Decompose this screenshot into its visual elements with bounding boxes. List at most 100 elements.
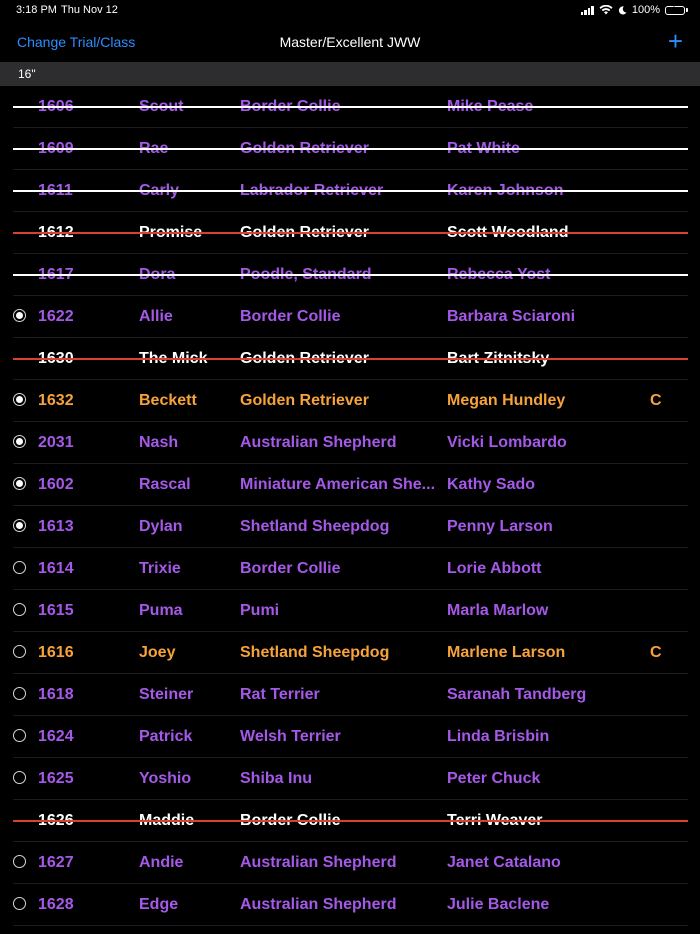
radio-selected-icon[interactable]: [13, 435, 26, 448]
table-row[interactable]: 1624 Patrick Welsh Terrier Linda Brisbin: [0, 716, 700, 758]
table-row[interactable]: 1602 Rascal Miniature American She... Kathy…: [0, 464, 700, 506]
status-indicators: 100%: [580, 4, 688, 16]
battery-charging-icon: [665, 5, 688, 15]
entry-list: 1606 Scout Border Collie Mike Pease 1609 Rae G…: [0, 86, 700, 926]
handler-name: Linda Brisbin: [447, 728, 550, 745]
wifi-icon: [599, 5, 613, 15]
table-row[interactable]: 1626 Maddie Border Collie Terri Weaver: [0, 800, 700, 842]
table-row[interactable]: 1627 Andie Australian Shepherd Janet Catala…: [0, 842, 700, 884]
status-date: Thu Nov 12: [61, 4, 118, 16]
handler-name: Barbara Sciaroni: [447, 308, 576, 325]
radio-selected-icon[interactable]: [13, 393, 26, 406]
table-row[interactable]: 1612 Promise Golden Retriever Scott Woodlan…: [0, 212, 700, 254]
handler-name: Penny Larson: [447, 518, 553, 535]
battery-percent: 100%: [631, 4, 660, 16]
handler-name: Julie Baclene: [447, 896, 550, 913]
handler-name: Lorie Abbott: [447, 560, 542, 577]
breed: Border Collie: [240, 308, 341, 325]
dog-name: Patrick: [139, 728, 193, 745]
table-row[interactable]: 1611 Carly Labrador Retriever Karen Johnson: [0, 170, 700, 212]
entry-number: 1618: [38, 686, 74, 703]
scratch-strikethrough-line: [13, 274, 688, 276]
handler-name: Peter Chuck: [447, 770, 541, 787]
breed: Border Collie: [240, 560, 341, 577]
table-row[interactable]: 1622 Allie Border Collie Barbara Sciaroni: [0, 296, 700, 338]
entry-number: 1628: [38, 896, 74, 913]
dog-name: Dylan: [139, 518, 183, 535]
add-icon[interactable]: +: [668, 28, 683, 54]
breed: Welsh Terrier: [240, 728, 341, 745]
table-row[interactable]: 1609 Rae Golden Retriever Pat White: [0, 128, 700, 170]
breed: Australian Shepherd: [240, 854, 397, 871]
radio-unselected-icon[interactable]: [13, 687, 26, 700]
radio-unselected-icon[interactable]: [13, 855, 26, 868]
table-row[interactable]: 1630 The Mick Golden Retriever Bart Zitnits…: [0, 338, 700, 380]
radio-unselected-icon[interactable]: [13, 729, 26, 742]
handler-name: Kathy Sado: [447, 476, 536, 493]
table-row[interactable]: 1618 Steiner Rat Terrier Saranah Tandberg: [0, 674, 700, 716]
dog-name: Trixie: [139, 560, 181, 577]
radio-selected-icon[interactable]: [13, 477, 26, 490]
handler-name: Saranah Tandberg: [447, 686, 587, 703]
scratch-strikethrough-line: [13, 106, 688, 108]
table-row[interactable]: 1625 Yoshio Shiba Inu Peter Chuck: [0, 758, 700, 800]
entry-number: 1627: [38, 854, 74, 871]
radio-unselected-icon[interactable]: [13, 645, 26, 658]
handler-name: Megan Hundley: [447, 392, 566, 409]
dog-name: Yoshio: [139, 770, 192, 787]
handler-name: Vicki Lombardo: [447, 434, 567, 451]
dog-name: Andie: [139, 854, 184, 871]
dog-name: Nash: [139, 434, 179, 451]
scratch-strikethrough-line: [13, 358, 688, 360]
dog-name: Rascal: [139, 476, 191, 493]
entry-number: 1602: [38, 476, 74, 493]
breed: Shiba Inu: [240, 770, 312, 787]
table-row[interactable]: 2031 Nash Australian Shepherd Vicki Lombard…: [0, 422, 700, 464]
table-row[interactable]: 1606 Scout Border Collie Mike Pease: [0, 86, 700, 128]
entry-number: 2031: [38, 434, 74, 451]
radio-selected-icon[interactable]: [13, 519, 26, 532]
breed: Pumi: [240, 602, 280, 619]
entry-number: 1616: [38, 644, 74, 661]
table-row[interactable]: 1628 Edge Australian Shepherd Julie Baclene: [0, 884, 700, 926]
breed: Golden Retriever: [240, 392, 369, 409]
table-row[interactable]: 1616 Joey Shetland Sheepdog Marlene Larson C: [0, 632, 700, 674]
table-row[interactable]: 1615 Puma Pumi Marla Marlow: [0, 590, 700, 632]
table-row[interactable]: 1617 Dora Poodle, Standard Rebecca Yost: [0, 254, 700, 296]
navigation-bar: Change Trial/Class Master/Excellent JWW …: [0, 22, 700, 62]
scratch-strikethrough-line: [13, 820, 688, 822]
breed: Shetland Sheepdog: [240, 518, 390, 535]
dog-name: Edge: [139, 896, 179, 913]
status-bar: 3:18 PM Thu Nov 12 100%: [0, 0, 700, 22]
table-row[interactable]: 1614 Trixie Border Collie Lorie Abbott: [0, 548, 700, 590]
radio-unselected-icon[interactable]: [13, 771, 26, 784]
radio-unselected-icon[interactable]: [13, 561, 26, 574]
handler-name: Janet Catalano: [447, 854, 561, 871]
entry-number: 1614: [38, 560, 74, 577]
page-title: Master/Excellent JWW: [279, 34, 421, 50]
radio-selected-icon[interactable]: [13, 309, 26, 322]
handler-name: Marlene Larson: [447, 644, 566, 661]
entry-number: 1632: [38, 392, 74, 409]
breed: Australian Shepherd: [240, 434, 397, 451]
breed: Rat Terrier: [240, 686, 320, 703]
radio-unselected-icon[interactable]: [13, 603, 26, 616]
do-not-disturb-moon-icon: [618, 5, 627, 14]
entry-flag: C: [650, 644, 662, 661]
breed: Miniature American She...: [240, 476, 436, 493]
entry-number: 1613: [38, 518, 74, 535]
dog-name: Beckett: [139, 392, 197, 409]
dog-name: Allie: [139, 308, 173, 325]
breed: Shetland Sheepdog: [240, 644, 390, 661]
table-row[interactable]: 1632 Beckett Golden Retriever Megan Hundley…: [0, 380, 700, 422]
scratch-strikethrough-line: [13, 190, 688, 192]
entry-flag: C: [650, 392, 662, 409]
entry-number: 1622: [38, 308, 74, 325]
breed: Australian Shepherd: [240, 896, 397, 913]
radio-unselected-icon[interactable]: [13, 897, 26, 910]
status-time: 3:18 PM: [16, 4, 57, 16]
table-row[interactable]: 1613 Dylan Shetland Sheepdog Penny Larson: [0, 506, 700, 548]
entry-number: 1624: [38, 728, 74, 745]
scratch-strikethrough-line: [13, 148, 688, 150]
dog-name: Steiner: [139, 686, 194, 703]
